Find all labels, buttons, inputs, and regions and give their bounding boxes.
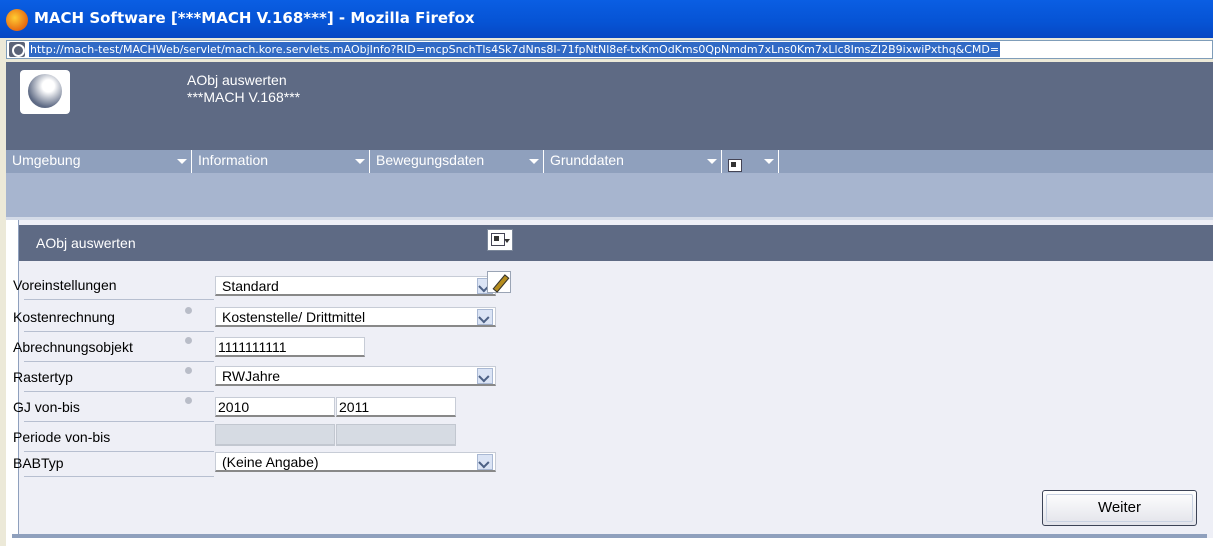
divider: [24, 331, 214, 332]
divider: [24, 299, 214, 300]
menu-umgebung-label: Umgebung: [12, 152, 81, 168]
required-indicator: [185, 367, 192, 374]
label-voreinstellungen: Voreinstellungen: [13, 277, 117, 293]
divider: [24, 391, 214, 392]
form-panel: AObj auswerten: [18, 220, 1213, 538]
divider: [24, 476, 214, 477]
menu-umgebung[interactable]: Umgebung: [6, 150, 192, 173]
panel-title: AObj auswerten: [36, 235, 136, 251]
divider: [24, 361, 214, 362]
panel-header: AObj auswerten: [19, 225, 1213, 261]
menu-information-label: Information: [198, 152, 269, 168]
window-title: MACH Software [***MACH V.168***] - Mozil…: [34, 9, 475, 27]
babtyp-select[interactable]: (Keine Angabe): [215, 452, 496, 472]
kostenrechnung-value: Kostenstelle/ Drittmittel: [222, 309, 366, 325]
url-text[interactable]: http://mach-test/MACHWeb/servlet/mach.ko…: [29, 42, 1001, 57]
app-header: AObj auswerten ***MACH V.168***: [6, 62, 1213, 150]
panel-bottom-border: [12, 534, 1207, 538]
chevron-down-icon[interactable]: [477, 454, 493, 470]
divider: [24, 451, 214, 452]
menu-grunddaten-label: Grunddaten: [550, 152, 624, 168]
menu-bewegungsdaten[interactable]: Bewegungsdaten: [370, 150, 544, 173]
dropdown-arrow-icon: [355, 159, 365, 164]
label-babtyp: BABTyp: [13, 455, 64, 471]
required-indicator: [185, 397, 192, 404]
panel-tools-button[interactable]: [487, 229, 513, 251]
gj-to-input[interactable]: 2011: [336, 397, 456, 417]
dropdown-arrow-icon: [504, 239, 510, 243]
tools-icon-wrap: [728, 154, 742, 175]
label-abrechnungsobjekt: Abrechnungsobjekt: [13, 339, 133, 355]
label-rastertyp: Rastertyp: [13, 369, 73, 385]
next-button[interactable]: Weiter: [1042, 490, 1197, 526]
pencil-icon[interactable]: [487, 271, 511, 293]
kostenrechnung-select[interactable]: Kostenstelle/ Drittmittel: [215, 307, 496, 327]
mach-logo: [20, 70, 70, 114]
window-titlebar: MACH Software [***MACH V.168***] - Mozil…: [0, 0, 1213, 38]
address-bar: http://mach-test/MACHWeb/servlet/mach.ko…: [0, 38, 1213, 62]
babtyp-value: (Keine Angabe): [222, 454, 319, 470]
gj-from-input[interactable]: 2010: [215, 397, 335, 417]
chevron-down-icon[interactable]: [477, 309, 493, 325]
menu-grunddaten[interactable]: Grunddaten: [544, 150, 722, 173]
rastertyp-select[interactable]: RWJahre: [215, 366, 496, 386]
gj-from-value: 2010: [218, 399, 250, 415]
dropdown-arrow-icon: [764, 159, 774, 164]
voreinstellungen-select[interactable]: Standard: [215, 276, 496, 296]
abrechnungsobjekt-input[interactable]: 1111111111: [215, 337, 365, 357]
label-periode: Periode von-bis: [13, 429, 111, 445]
menu-tools[interactable]: [722, 150, 779, 173]
firefox-icon: [6, 9, 28, 31]
menu-bewegungsdaten-label: Bewegungsdaten: [376, 152, 485, 168]
label-gj: GJ von-bis: [13, 399, 80, 415]
tools-icon: [728, 158, 742, 172]
label-kostenrechnung: Kostenrechnung: [13, 309, 115, 325]
abrechnungsobjekt-value: 1111111111: [218, 339, 287, 355]
page-frame: AObj auswerten ***MACH V.168*** Umgebung…: [6, 62, 1213, 546]
gj-to-value: 2011: [339, 399, 370, 415]
menu-information[interactable]: Information: [192, 150, 370, 173]
periode-to-input: [336, 424, 456, 446]
site-icon: [9, 42, 25, 57]
rastertyp-value: RWJahre: [222, 368, 281, 384]
dropdown-arrow-icon: [177, 159, 187, 164]
toolbar-band: [6, 173, 1213, 217]
menu-bar: Umgebung Information Bewegungsdaten Grun…: [6, 150, 1213, 173]
page-title: AObj auswerten: [187, 72, 287, 88]
required-indicator: [185, 307, 192, 314]
required-indicator: [185, 337, 192, 344]
page-subtitle: ***MACH V.168***: [187, 89, 301, 105]
divider: [24, 421, 214, 422]
app-title-block: AObj auswerten ***MACH V.168***: [187, 72, 300, 106]
dropdown-arrow-icon: [707, 159, 717, 164]
voreinstellungen-value: Standard: [222, 278, 279, 294]
periode-from-input: [215, 424, 335, 446]
chevron-down-icon[interactable]: [477, 368, 493, 384]
url-field[interactable]: http://mach-test/MACHWeb/servlet/mach.ko…: [6, 40, 1213, 59]
dropdown-arrow-icon: [529, 159, 539, 164]
tools-icon: [491, 233, 505, 246]
